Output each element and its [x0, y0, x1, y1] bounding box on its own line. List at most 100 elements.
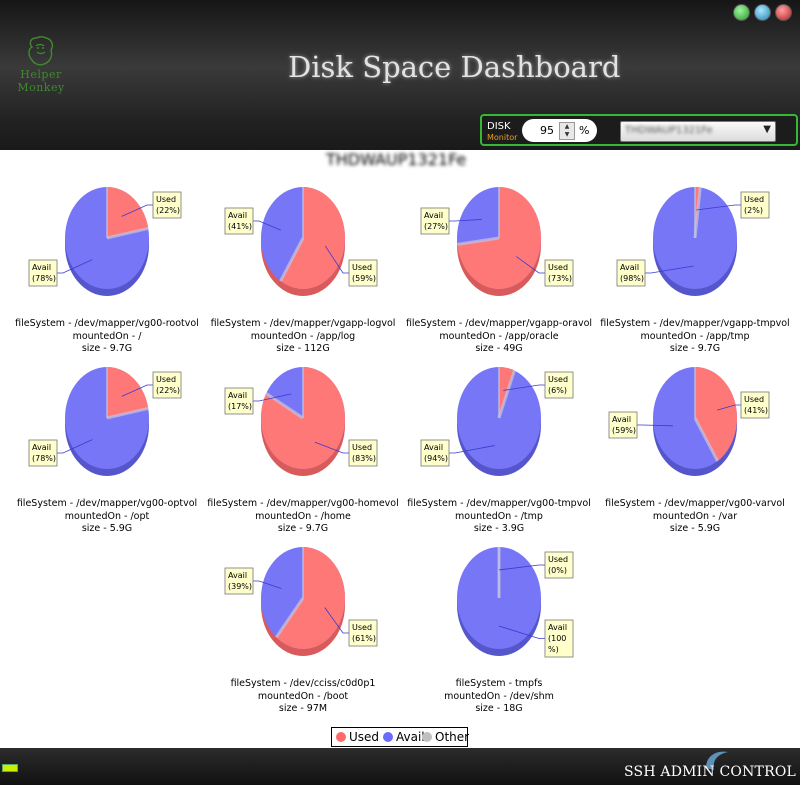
legend-other-label: Other — [435, 730, 470, 744]
avail-label-text: %) — [548, 645, 559, 654]
caption-mount: mountedOn - /dev/shm — [444, 690, 554, 702]
caption-filesystem: fileSystem - tmpfs — [455, 678, 543, 689]
caption-size: size - 9.7G — [669, 343, 721, 354]
chart-caption: fileSystem - /dev/mapper/vgapp-tmpvol mou… — [595, 318, 795, 356]
legend-used-dot — [336, 732, 346, 742]
chart-caption: fileSystem - /dev/mapper/vg00-optvol moun… — [7, 498, 207, 536]
battery-icon — [2, 764, 18, 772]
pie-chart-10: Used (0%) Avail (100%) — [457, 547, 574, 658]
avail-label-text: (94%) — [424, 454, 448, 463]
pie-chart-8: Used (41%) Avail (59%) — [608, 367, 770, 476]
chart-caption: fileSystem - /dev/mapper/vg00-rootvol mou… — [7, 318, 207, 356]
avail-label-text: (39%) — [228, 582, 252, 591]
used-label-text: Used — [548, 555, 568, 564]
used-label-text: Used — [744, 395, 764, 404]
legend-other: Other — [422, 730, 469, 744]
caption-filesystem: fileSystem - /dev/cciss/c0d0p1 — [230, 678, 376, 689]
avail-label-text: Avail — [424, 443, 443, 452]
pie-chart-1: Used (22%) Avail (78%) — [28, 187, 182, 296]
caption-mount: mountedOn - /var — [652, 510, 738, 522]
chart-caption: fileSystem - /dev/mapper/vgapp-logvol mou… — [203, 318, 403, 356]
used-label-text: (41%) — [744, 406, 768, 415]
used-label-text: (2%) — [744, 206, 763, 215]
chart-caption: fileSystem - /dev/mapper/vg00-tmpvol moun… — [399, 498, 599, 536]
avail-label-text: (98%) — [620, 274, 644, 283]
used-label-text: Used — [352, 443, 372, 452]
chart-legend: Used Avail Other — [331, 727, 469, 747]
used-label-text: (83%) — [352, 454, 376, 463]
used-label-text: Used — [548, 375, 568, 384]
avail-label-text: Avail — [424, 211, 443, 220]
avail-label-text: (78%) — [32, 274, 56, 283]
caption-filesystem: fileSystem - /dev/mapper/vgapp-logvol — [210, 318, 396, 329]
caption-filesystem: fileSystem - /dev/mapper/vg00-varvol — [605, 498, 785, 509]
caption-mount: mountedOn - /opt — [64, 510, 150, 522]
pie-chart-5: Used (22%) Avail (78%) — [28, 367, 182, 476]
chart-caption: fileSystem - /dev/mapper/vg00-varvol moun… — [595, 498, 795, 536]
used-label-text: (61%) — [352, 634, 376, 643]
pie-chart-3: Used (73%) Avail (27%) — [420, 186, 574, 296]
used-label-text: (22%) — [156, 206, 180, 215]
chart-caption: fileSystem - /dev/cciss/c0d0p1 mountedOn … — [203, 678, 403, 716]
used-label-text: (73%) — [548, 274, 572, 283]
avail-label-text: (17%) — [228, 402, 252, 411]
caption-size: size - 49G — [475, 343, 523, 354]
avail-label-text: Avail — [32, 443, 51, 452]
used-label-text: (6%) — [548, 386, 567, 395]
used-label-text: (22%) — [156, 386, 180, 395]
caption-mount: mountedOn - /home — [255, 510, 351, 522]
avail-label-text: (41%) — [228, 222, 252, 231]
avail-label-text: Avail — [548, 623, 567, 632]
caption-mount: mountedOn - /app/log — [250, 330, 356, 342]
used-label-text: Used — [156, 195, 176, 204]
caption-mount: mountedOn - /app/tmp — [640, 330, 750, 342]
used-label-text: (0%) — [548, 566, 567, 575]
caption-size: size - 97M — [278, 703, 328, 714]
caption-size: size - 18G — [475, 703, 523, 714]
caption-filesystem: fileSystem - /dev/mapper/vg00-homevol — [207, 498, 399, 509]
chart-caption: fileSystem - /dev/mapper/vgapp-oravol mou… — [399, 318, 599, 356]
avail-label-text: (27%) — [424, 222, 448, 231]
caption-mount: mountedOn - /app/oracle — [439, 330, 559, 342]
chart-caption: fileSystem - tmpfs mountedOn - /dev/shm si… — [399, 678, 599, 716]
legend-avail-label: Avail — [396, 730, 425, 744]
caption-filesystem: fileSystem - /dev/mapper/vgapp-tmpvol — [600, 318, 790, 329]
pie-chart-2: Used (59%) Avail (41%) — [224, 187, 378, 296]
legend-used: Used — [336, 730, 379, 744]
footer-bar: SSH ADMIN CONTROL — [0, 748, 800, 785]
caption-filesystem: fileSystem - /dev/mapper/vg00-rootvol — [15, 318, 199, 329]
avail-label-text: Avail — [228, 391, 247, 400]
caption-filesystem: fileSystem - /dev/mapper/vg00-optvol — [16, 498, 198, 509]
caption-filesystem: fileSystem - /dev/mapper/vg00-tmpvol — [407, 498, 591, 509]
legend-avail: Avail — [383, 730, 425, 744]
avail-label-text: (78%) — [32, 454, 56, 463]
pie-charts: Used(22%)Avail(78%)Used(59%)Avail(41%)Us… — [28, 186, 770, 658]
caption-mount: mountedOn - / — [72, 330, 142, 342]
legend-other-dot — [422, 732, 432, 742]
caption-size: size - 112G — [276, 343, 330, 354]
caption-filesystem: fileSystem - /dev/mapper/vgapp-oravol — [405, 318, 593, 329]
used-label-text: Used — [352, 623, 372, 632]
chart-caption: fileSystem - /dev/mapper/vg00-homevol mou… — [203, 498, 403, 536]
caption-size: size - 9.7G — [81, 343, 133, 354]
pie-chart-7: Used (6%) Avail (94%) — [420, 367, 574, 476]
avail-label-text: Avail — [228, 571, 247, 580]
caption-size: size - 9.7G — [277, 523, 329, 534]
pie-chart-4: Used (2%) Avail (98%) — [616, 187, 770, 296]
used-label-text: Used — [156, 375, 176, 384]
used-label-text: Used — [548, 263, 568, 272]
used-label-text: Used — [744, 195, 764, 204]
footer-brand: SSH ADMIN CONTROL — [624, 764, 796, 780]
used-label-text: (59%) — [352, 274, 376, 283]
caption-size: size - 5.9G — [81, 523, 133, 534]
pie-chart-6: Used (83%) Avail (17%) — [224, 367, 378, 476]
used-label-text: Used — [352, 263, 372, 272]
avail-label-text: Avail — [228, 211, 247, 220]
caption-mount: mountedOn - /tmp — [455, 510, 543, 522]
legend-used-label: Used — [349, 730, 380, 744]
avail-label-text: (100 — [548, 634, 566, 643]
avail-label-text: Avail — [32, 263, 51, 272]
legend-avail-dot — [383, 732, 393, 742]
avail-label-text: Avail — [620, 263, 639, 272]
caption-mount: mountedOn - /boot — [257, 690, 349, 702]
